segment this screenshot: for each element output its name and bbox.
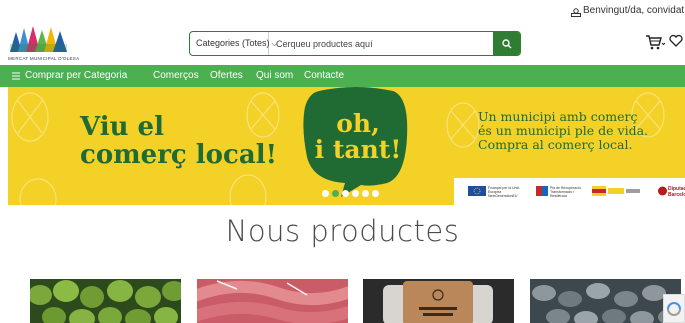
carousel-dots [322, 190, 379, 197]
category-select[interactable]: Categories (Totes) ⌵ [190, 32, 278, 55]
product-card[interactable] [363, 279, 514, 323]
main-nav: Comprar per Categoria Comerços Ofertes Q… [0, 65, 685, 87]
banner-headline-line2: comerç local! [80, 140, 277, 170]
recaptcha-icon [667, 302, 681, 316]
carousel-dot[interactable] [372, 190, 379, 197]
nav-item-contacte[interactable]: Contacte [304, 70, 344, 81]
carousel-dot-active[interactable] [332, 190, 339, 197]
product-image-packaged [363, 279, 514, 323]
carousel-dot[interactable] [352, 190, 359, 197]
menu-icon[interactable] [12, 72, 20, 80]
banner-headline-line1: Viu el [80, 112, 164, 142]
sponsor-eu: Finançat per la Unió Europea NextGenerat… [488, 186, 520, 198]
banner-tagline-line2: és un municipi ple de vida. [478, 123, 649, 138]
bubble-line2: i tant! [314, 135, 402, 164]
site-logo[interactable]: MERCAT MUNICIPAL D'OLESA [8, 24, 118, 64]
user-bar[interactable]: Benvingut/da, convidat [565, 0, 685, 20]
logo-mark [10, 26, 67, 52]
hero-banner[interactable]: Viu el comerç local! oh, i tant! Un muni… [8, 87, 685, 205]
product-image-mussels [530, 279, 681, 323]
carousel-dot[interactable] [342, 190, 349, 197]
bubble-line1: oh, [336, 109, 380, 138]
product-card[interactable] [197, 279, 348, 323]
logo-text: MERCAT MUNICIPAL D'OLESA [8, 56, 80, 61]
search-icon [501, 38, 511, 48]
product-card[interactable] [30, 279, 181, 323]
nav-shop-by-category[interactable]: Comprar per Categoria [25, 70, 127, 81]
heart-icon[interactable] [669, 34, 683, 48]
cart-icon[interactable] [645, 34, 665, 50]
banner-headline: Viu el comerç local! [80, 113, 277, 169]
sponsor-logos: Finançat per la Unió Europea NextGenerat… [454, 178, 685, 205]
recaptcha-badge[interactable] [663, 294, 685, 323]
nav-item-qui-som[interactable]: Qui som [256, 70, 293, 81]
user-icon [571, 8, 581, 17]
sponsor-plan: Pla de Recuperació, Transformació i Resi… [550, 186, 582, 198]
product-card[interactable] [530, 279, 681, 323]
eu-flag-icon [468, 186, 486, 196]
nav-item-ofertes[interactable]: Ofertes [210, 70, 243, 81]
product-image-sausages [197, 279, 348, 323]
section-title: Nous productes [225, 214, 460, 248]
bubble-text: oh, i tant! [308, 111, 408, 163]
carousel-dot[interactable] [362, 190, 369, 197]
banner-tagline-line3: Compra al comerç local. [478, 137, 633, 152]
nav-item-comercos[interactable]: Comerços [153, 70, 199, 81]
diputacio-logo [658, 186, 667, 196]
spain-gov-logo [592, 186, 640, 196]
search-bar: Categories (Totes) ⌵ [189, 31, 521, 56]
product-image-olives [30, 279, 181, 323]
banner-tagline-line1: Un municipi amb comerç [478, 109, 638, 124]
sponsor-diputacio: Diputació Barcelona [668, 186, 685, 198]
category-select-label: Categories (Totes) [196, 38, 270, 48]
recovery-plan-logo [536, 186, 548, 196]
user-greeting[interactable]: Benvingut/da, convidat [583, 5, 684, 16]
carousel-dot[interactable] [322, 190, 329, 197]
search-input[interactable] [270, 32, 492, 55]
banner-tagline: Un municipi amb comerç és un municipi pl… [478, 110, 648, 152]
search-button[interactable] [493, 32, 520, 55]
